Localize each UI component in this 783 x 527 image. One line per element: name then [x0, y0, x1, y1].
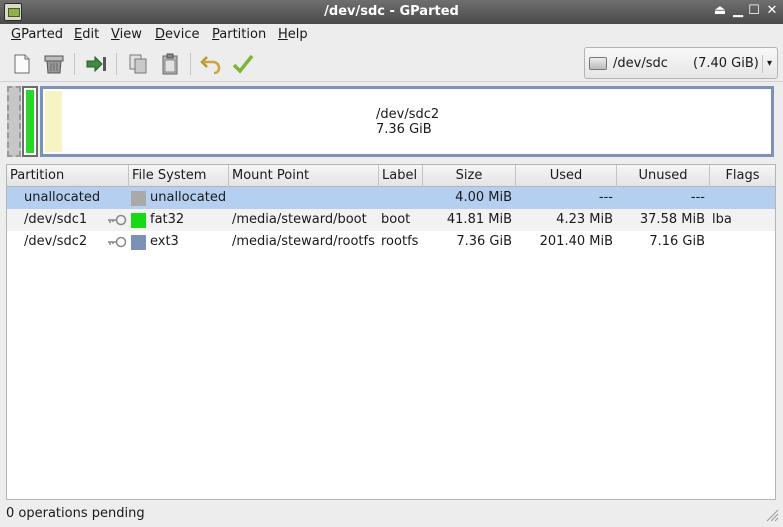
paste-icon [162, 53, 178, 75]
menu-help[interactable]: Help [278, 27, 308, 42]
key-icon [107, 236, 127, 248]
shade-window-button[interactable]: ⏏ [711, 2, 729, 20]
column-header-mount-point[interactable]: Mount Point [229, 165, 379, 187]
graph-used-space [45, 91, 62, 152]
column-header-size[interactable]: Size [423, 165, 516, 187]
filesystem-color-swatch [131, 213, 146, 228]
column-header-flags[interactable]: Flags [710, 165, 775, 187]
column-header-filesystem[interactable]: File System [129, 165, 229, 187]
table-row[interactable]: /dev/sdc1 fat32/media/steward/boot boot 41.… [7, 209, 775, 231]
cell-used: 201.40 MiB [539, 234, 613, 249]
column-header-partition[interactable]: Partition [7, 165, 129, 187]
disk-icon [589, 57, 607, 70]
partition-graph: /dev/sdc2 7.36 GiB [6, 86, 774, 158]
paste-button[interactable] [157, 51, 183, 77]
menu-view[interactable]: View [111, 27, 142, 42]
cell-filesystem: fat32 [150, 212, 185, 227]
copy-button[interactable] [125, 51, 151, 77]
cell-unused: --- [690, 190, 705, 205]
close-window-button[interactable]: ✕ [763, 2, 781, 20]
cell-mount-point: /media/steward/rootfs [232, 234, 375, 249]
cell-partition: /dev/sdc1 [24, 212, 88, 227]
table-row[interactable]: /dev/sdc2 ext3/media/steward/rootfs rootfs… [7, 231, 775, 253]
graph-partition-name: /dev/sdc2 [376, 107, 440, 122]
cell-used: --- [598, 190, 613, 205]
status-bar: 0 operations pending [0, 503, 783, 527]
new-partition-button[interactable] [9, 51, 35, 77]
graph-partition-size: 7.36 GiB [376, 122, 432, 137]
cell-partition: unallocated [24, 190, 101, 205]
graph-segment-sdc1[interactable] [22, 86, 38, 157]
device-selector[interactable]: /dev/sdc (7.40 GiB) ▾ [584, 47, 778, 79]
resize-grip-icon[interactable] [765, 508, 779, 522]
cell-mount-point: /media/steward/boot [232, 212, 367, 227]
apply-button[interactable] [230, 51, 256, 77]
toolbar: /dev/sdc (7.40 GiB) ▾ [0, 46, 783, 82]
cell-used: 4.23 MiB [556, 212, 613, 227]
maximize-window-button[interactable]: ☐ [745, 2, 763, 20]
title-bar: /dev/sdc - GParted ⏏ ▁ ☐ ✕ [0, 0, 783, 24]
apply-icon [232, 54, 254, 74]
cell-label: rootfs [381, 234, 419, 249]
cell-flags: lba [712, 212, 732, 227]
status-text: 0 operations pending [6, 506, 145, 521]
undo-button[interactable] [198, 51, 224, 77]
menu-partition[interactable]: Partition [212, 27, 266, 42]
cell-partition: /dev/sdc2 [24, 234, 88, 249]
menu-bar: GParted Edit View Device Partition Help [0, 24, 783, 46]
column-header-unused[interactable]: Unused [617, 165, 710, 187]
key-icon [107, 214, 127, 226]
table-row[interactable]: unallocated unallocated 4.00 MiB --- --- [7, 187, 775, 209]
graph-segment-sdc2[interactable]: /dev/sdc2 7.36 GiB [40, 86, 774, 157]
device-size: (7.40 GiB) [693, 56, 759, 71]
cell-filesystem: ext3 [150, 234, 179, 249]
resize-move-icon [86, 55, 106, 73]
menu-edit[interactable]: Edit [74, 27, 99, 42]
menu-gparted[interactable]: GParted [11, 27, 63, 42]
chevron-down-icon: ▾ [762, 55, 776, 73]
menu-device[interactable]: Device [155, 27, 199, 42]
graph-segment-unallocated[interactable] [7, 86, 21, 157]
filesystem-color-swatch [131, 235, 146, 250]
column-header-label[interactable]: Label [379, 165, 423, 187]
cell-size: 7.36 GiB [456, 234, 512, 249]
device-name: /dev/sdc [613, 56, 668, 71]
copy-icon [129, 54, 147, 74]
cell-size: 41.81 MiB [446, 212, 512, 227]
delete-partition-button[interactable] [41, 51, 67, 77]
new-icon [14, 54, 30, 74]
window-title: /dev/sdc - GParted [324, 4, 459, 19]
cell-size: 4.00 MiB [455, 190, 512, 205]
column-header-used[interactable]: Used [516, 165, 617, 187]
graph-segment-label: /dev/sdc2 7.36 GiB [376, 107, 439, 137]
delete-icon [44, 55, 64, 74]
cell-unused: 37.58 MiB [639, 212, 705, 227]
partition-table: Partition File System Mount Point Label … [6, 164, 776, 500]
undo-icon [200, 56, 221, 75]
resize-move-button[interactable] [83, 51, 109, 77]
cell-unused: 7.16 GiB [649, 234, 705, 249]
cell-label: boot [381, 212, 411, 227]
filesystem-color-swatch [131, 191, 146, 206]
cell-filesystem: unallocated [150, 190, 227, 205]
table-header: Partition File System Mount Point Label … [7, 165, 775, 187]
